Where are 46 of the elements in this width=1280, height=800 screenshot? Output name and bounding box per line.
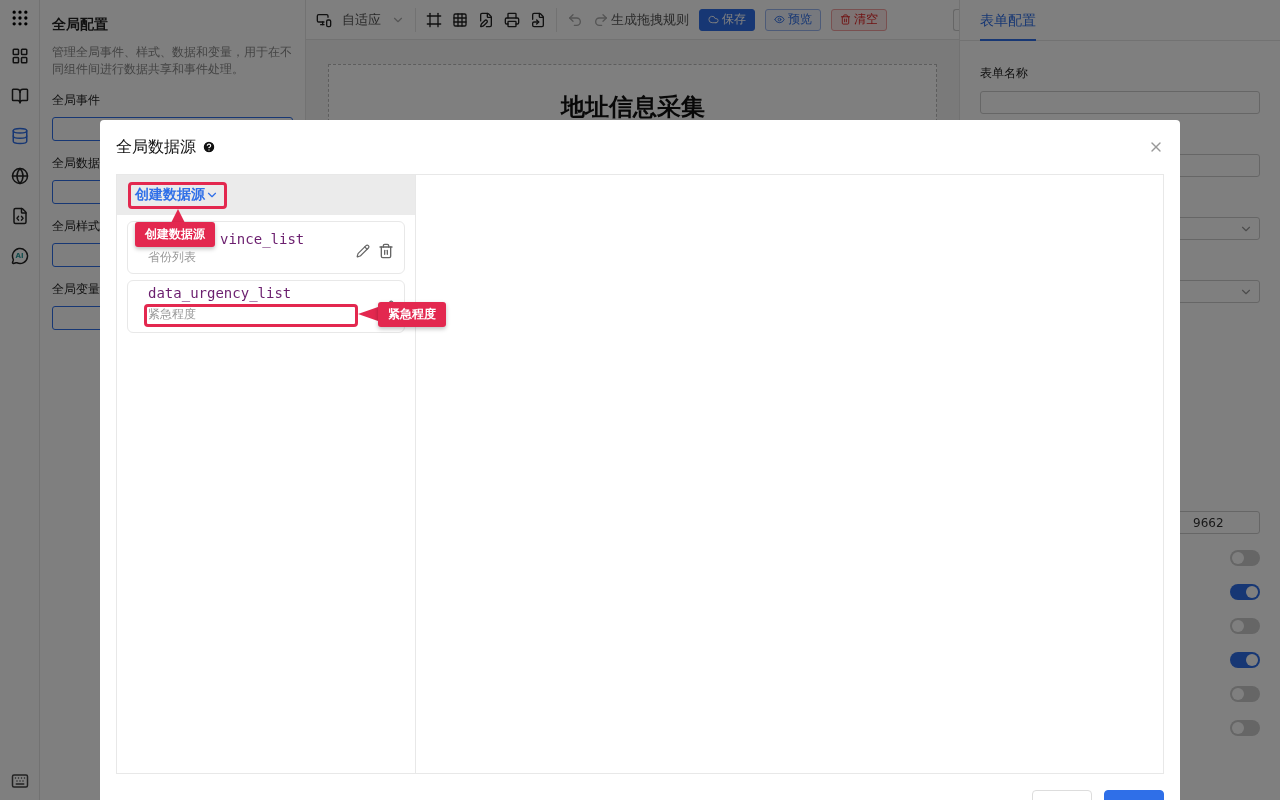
toggle-switch[interactable] <box>1230 686 1260 702</box>
create-source-button[interactable]: 创建数据源 <box>135 186 219 204</box>
section-label: 全局数据 <box>52 155 100 172</box>
help-icon[interactable] <box>202 140 216 154</box>
file-link-icon[interactable] <box>530 11 546 28</box>
frame-icon[interactable] <box>426 11 442 28</box>
field-label: 表单名称 <box>980 65 1029 82</box>
source-description: 省份列表 <box>148 250 196 264</box>
database-icon <box>10 127 29 145</box>
callout-pointer <box>358 307 378 321</box>
toggle-switch[interactable] <box>1230 550 1260 566</box>
trash-icon <box>840 14 851 25</box>
rule-link[interactable]: 生成拖拽规则 <box>611 10 689 29</box>
source-description: 紧急程度 <box>148 307 196 321</box>
form-title: 地址信息采集 <box>560 92 705 123</box>
toolbar-button[interactable]: 清空 <box>831 8 887 31</box>
book-icon <box>10 87 29 105</box>
edit-icon[interactable] <box>356 243 370 258</box>
input-field[interactable] <box>980 91 1260 114</box>
toggle-switch[interactable] <box>1230 618 1260 634</box>
panel-title: 全局配置 <box>52 16 109 34</box>
section-label: 全局事件 <box>52 92 100 109</box>
toggle-switch[interactable] <box>1230 720 1260 736</box>
toolbar-button[interactable]: 预览 <box>765 8 821 31</box>
toggle-switch[interactable] <box>1230 584 1260 600</box>
section-label: 全局变量 <box>52 281 100 298</box>
globe-icon <box>10 167 29 185</box>
keyboard-icon[interactable] <box>10 772 29 790</box>
edit-file-icon[interactable] <box>478 11 494 28</box>
grid-icon[interactable] <box>452 11 468 28</box>
cloud-icon <box>708 14 719 25</box>
dialog-title: 全局数据源 <box>116 136 196 158</box>
apps-icon <box>10 47 29 65</box>
printer-icon[interactable] <box>504 11 520 28</box>
settings-tab[interactable]: 表单配置 <box>980 0 1036 41</box>
toggle-switch[interactable] <box>1230 652 1260 668</box>
source-name: vince_list <box>220 232 305 246</box>
code-icon <box>10 207 29 225</box>
device-icon[interactable] <box>316 11 332 28</box>
source-name: data_urgency_list <box>148 286 292 300</box>
section-label: 全局样式 <box>52 218 100 235</box>
delete-icon[interactable] <box>378 242 394 259</box>
toolbar-button[interactable]: 保存 <box>699 8 755 31</box>
eye-icon <box>774 14 785 25</box>
device-select[interactable]: 自适应 <box>342 10 381 29</box>
ai-chat-icon <box>10 247 29 265</box>
